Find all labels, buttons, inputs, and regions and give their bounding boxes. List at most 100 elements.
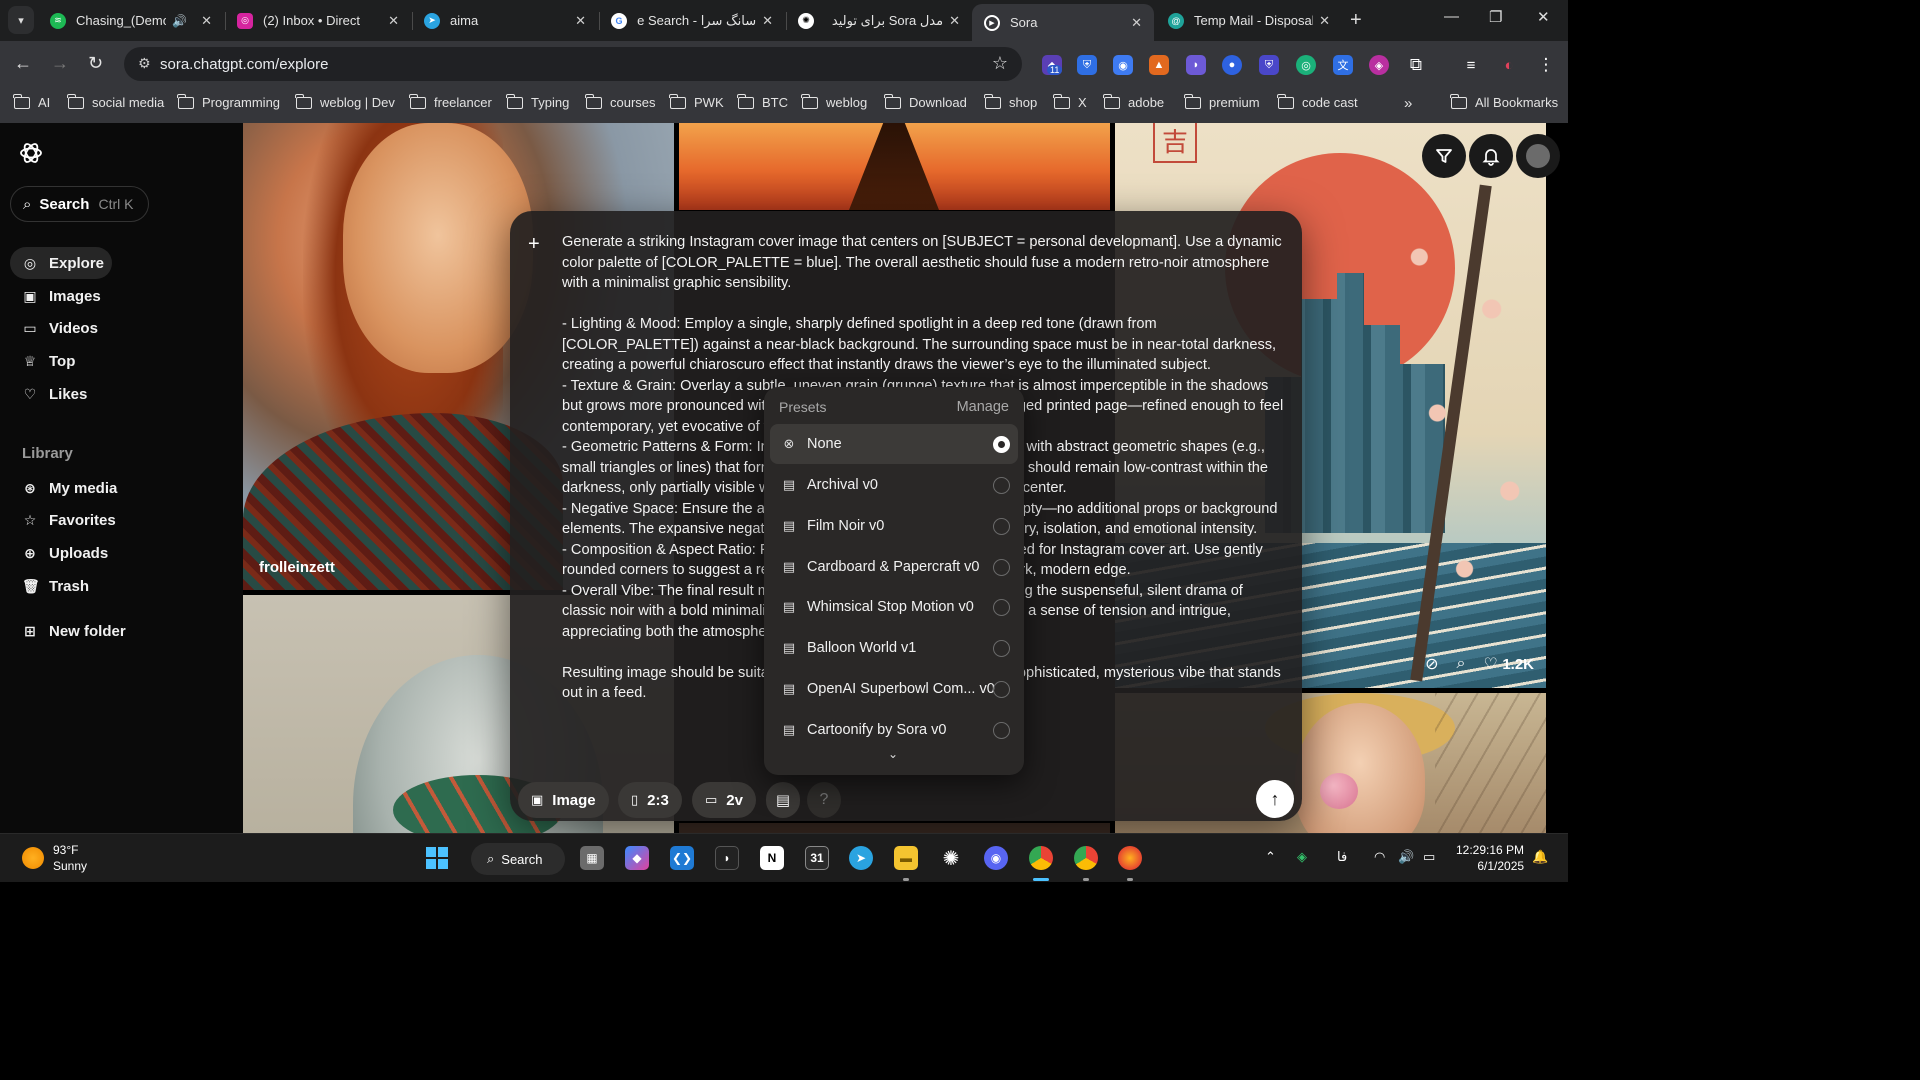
tab-telegram[interactable]: ➤ aima ✕ — [412, 0, 598, 41]
preset-option[interactable]: ▤ Cardboard & Papercraft v0 — [770, 547, 1018, 587]
bookmark-folder[interactable]: Download — [884, 93, 967, 110]
help-button[interactable]: ? — [807, 782, 841, 818]
preset-option[interactable]: ▤ OpenAI Superbowl Com... v0 — [770, 669, 1018, 709]
speaker-icon[interactable]: 🔊 — [172, 14, 187, 28]
puzzle-icon[interactable]: ⧉ — [1406, 55, 1426, 75]
radio-unselected[interactable] — [993, 518, 1010, 535]
task-view-icon[interactable]: ▦ — [580, 846, 604, 870]
bookmark-folder[interactable]: weblog — [801, 93, 867, 110]
submit-button[interactable]: ↑ — [1256, 780, 1294, 818]
bookmark-folder[interactable]: premium — [1184, 93, 1260, 110]
notion-icon[interactable]: N — [760, 846, 784, 870]
close-window-button[interactable]: ✕ — [1537, 8, 1550, 26]
sidebar-item-uploads[interactable]: ⊕ Uploads — [10, 537, 140, 569]
forward-button[interactable]: → — [51, 53, 69, 74]
bookmark-folder[interactable]: code cast — [1277, 93, 1358, 110]
close-icon[interactable]: ✕ — [201, 13, 212, 29]
calendar-icon[interactable]: 31 — [805, 846, 829, 870]
volume-icon[interactable]: 🔊 — [1398, 849, 1414, 865]
vscode-icon[interactable]: ❮❯ — [670, 846, 694, 870]
sidebar-item-likes[interactable]: ♡ Likes — [10, 378, 112, 410]
search-button[interactable]: ⌕ Search Ctrl K — [10, 186, 149, 222]
chrome-icon[interactable] — [1029, 846, 1053, 870]
gallery-tile[interactable] — [679, 123, 1110, 210]
bookmark-folder[interactable]: courses — [585, 93, 656, 110]
radio-unselected[interactable] — [993, 681, 1010, 698]
radio-selected[interactable] — [993, 436, 1010, 453]
sun-icon[interactable] — [22, 847, 44, 869]
bookmark-folder[interactable]: BTC — [737, 93, 788, 110]
bell-icon[interactable]: 🔔 — [1532, 849, 1548, 865]
shield-icon[interactable]: ⛨ — [1077, 55, 1097, 75]
chevron-up-icon[interactable]: ⌃ — [1265, 849, 1276, 865]
all-bookmarks-button[interactable]: All Bookmarks — [1450, 93, 1558, 110]
close-icon[interactable]: ✕ — [1319, 13, 1330, 29]
preset-option[interactable]: ▤ Whimsical Stop Motion v0 — [770, 587, 1018, 627]
site-settings-icon[interactable]: ⚙ — [138, 55, 151, 72]
firefox-icon[interactable] — [1118, 846, 1142, 870]
remix-icon[interactable]: ⊘ — [1425, 654, 1438, 674]
close-icon[interactable]: ✕ — [762, 13, 773, 29]
media-control-icon[interactable]: ≡ — [1461, 55, 1481, 75]
bookmark-folder[interactable]: PWK — [669, 93, 724, 110]
sidebar-item-favorites[interactable]: ☆ Favorites — [10, 504, 140, 536]
radio-unselected[interactable] — [993, 559, 1010, 576]
bookmark-folder[interactable]: social media — [67, 93, 164, 110]
bookmark-folder[interactable]: shop — [984, 93, 1037, 110]
tab-search-button[interactable]: ▾ — [8, 6, 34, 34]
close-icon[interactable]: ✕ — [1131, 15, 1142, 31]
tab-sora-article[interactable]: ✺ مدل Sora برای تولید ✕ — [786, 0, 972, 41]
radio-unselected[interactable] — [993, 599, 1010, 616]
preset-option[interactable]: ▤ Balloon World v1 — [770, 628, 1018, 668]
weather-widget[interactable]: 93°F Sunny — [53, 842, 87, 874]
wifi-icon[interactable]: ◠ — [1374, 849, 1385, 865]
sidebar-item-videos[interactable]: ▭ Videos — [10, 312, 112, 344]
translate-icon[interactable]: 文 — [1333, 55, 1353, 75]
kebab-menu-icon[interactable]: ⋮ — [1536, 55, 1556, 75]
preset-option[interactable]: ▤ Film Noir v0 — [770, 506, 1018, 546]
chatgpt-icon[interactable]: ✺ — [939, 846, 963, 870]
terminal-icon[interactable]: ◗ — [715, 846, 739, 870]
minimize-button[interactable]: — — [1444, 8, 1459, 25]
discord-icon[interactable]: ◉ — [984, 846, 1008, 870]
tab-spotify[interactable]: ≋ Chasing_(Demo) 🔊 ✕ — [38, 0, 224, 41]
tab-instagram[interactable]: ◎ (2) Inbox • Direct ✕ — [225, 0, 411, 41]
add-media-button[interactable]: + — [528, 233, 540, 256]
extension-icon[interactable]: ◈ — [1369, 55, 1389, 75]
bookmark-folder[interactable]: AI — [13, 93, 50, 110]
gallery-tile[interactable] — [679, 823, 1110, 833]
presets-button[interactable]: ▤ — [766, 782, 800, 818]
radio-unselected[interactable] — [993, 477, 1010, 494]
notifications-button[interactable] — [1469, 134, 1513, 178]
windows-start-icon[interactable] — [425, 846, 449, 870]
openai-logo-icon[interactable] — [18, 140, 44, 166]
bookmark-folder[interactable]: weblog | Dev — [295, 93, 395, 110]
chevron-down-icon[interactable]: ⌄ — [888, 747, 898, 761]
close-icon[interactable]: ✕ — [575, 13, 586, 29]
new-tab-button[interactable]: + — [1350, 9, 1362, 32]
avatar[interactable] — [1516, 134, 1560, 178]
reload-button[interactable]: ↻ — [88, 53, 103, 74]
tab-google-search[interactable]: G سانگ سرا - Google Search ✕ — [599, 0, 785, 41]
bookmark-folder[interactable]: X — [1053, 93, 1087, 110]
filter-button[interactable] — [1422, 134, 1466, 178]
tab-temp-mail[interactable]: @ Temp Mail - Disposable ✕ — [1156, 0, 1342, 41]
file-explorer-icon[interactable]: ▬ — [894, 846, 918, 870]
clock[interactable]: 12:29:16 PM 6/1/2025 — [1456, 842, 1524, 874]
sidebar-item-images[interactable]: ▣ Images — [10, 280, 112, 312]
address-bar[interactable]: ⚙ sora.chatgpt.com/explore ☆ — [124, 47, 1022, 81]
media-type-button[interactable]: ▣ Image — [518, 782, 609, 818]
search-icon[interactable]: ⌕ — [1457, 655, 1466, 673]
new-folder-button[interactable]: ⊞ New folder — [10, 615, 150, 647]
close-icon[interactable]: ✕ — [949, 13, 960, 29]
sidebar-item-top[interactable]: ♕ Top — [10, 345, 112, 377]
vpn-shield-icon[interactable]: ⛨ — [1259, 55, 1279, 75]
sidebar-item-trash[interactable]: 🗑 Trash — [10, 570, 140, 602]
extension-icon[interactable]: ● — [1222, 55, 1242, 75]
copilot-icon[interactable]: ◆ — [625, 846, 649, 870]
sidebar-item-explore[interactable]: ◎ Explore — [10, 247, 112, 279]
chrome-icon[interactable] — [1074, 846, 1098, 870]
language-indicator[interactable]: فا — [1337, 849, 1347, 865]
close-icon[interactable]: ✕ — [388, 13, 399, 29]
bookmark-folder[interactable]: Programming — [177, 93, 280, 110]
